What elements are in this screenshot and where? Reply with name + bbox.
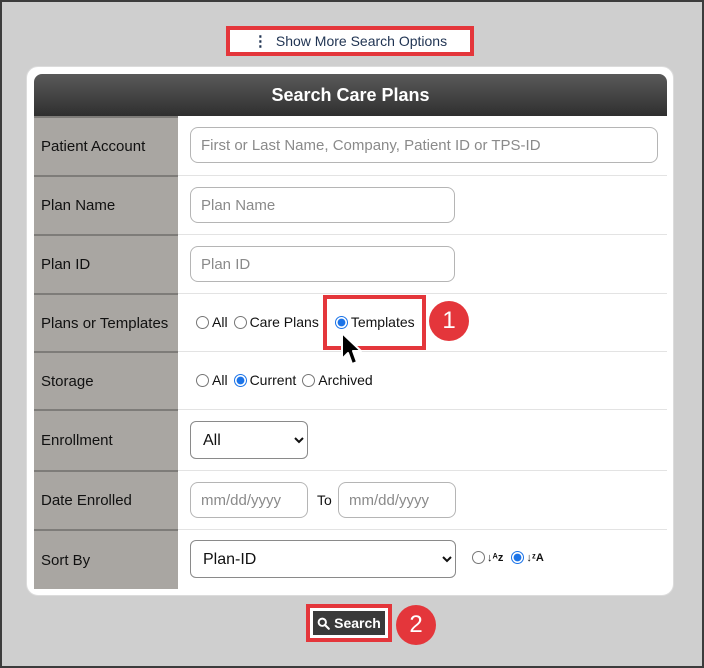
row-plan-id: Plan ID	[34, 234, 667, 294]
radio-plans-all[interactable]: All	[196, 314, 228, 330]
plan-name-label: Plan Name	[34, 175, 178, 234]
enrollment-select[interactable]: All	[190, 421, 308, 459]
sort-ascending-radio[interactable]	[472, 551, 485, 564]
mouse-cursor-icon	[341, 332, 362, 365]
show-more-search-options-label: Show More Search Options	[275, 33, 448, 49]
plan-name-input[interactable]	[190, 187, 455, 223]
row-enrollment: Enrollment All	[34, 409, 667, 471]
storage-label: Storage	[34, 351, 178, 409]
radio-templates-input[interactable]	[334, 315, 348, 329]
panel-title: Search Care Plans	[34, 74, 667, 116]
magnifier-icon	[317, 617, 330, 630]
radio-storage-archived-input[interactable]	[302, 373, 316, 387]
radio-templates[interactable]: Templates	[334, 314, 415, 330]
kebab-menu-icon: ⋮	[252, 33, 268, 50]
radio-storage-current-input[interactable]	[233, 373, 247, 387]
radio-storage-current-label: Current	[249, 372, 297, 388]
date-enrolled-to-input[interactable]	[338, 482, 456, 518]
radio-care-plans[interactable]: Care Plans	[233, 314, 319, 330]
plan-id-label: Plan ID	[34, 234, 178, 293]
step-1-badge: 1	[429, 301, 469, 341]
date-to-label: To	[317, 492, 332, 508]
radio-storage-all-input[interactable]	[196, 373, 209, 387]
sort-descending-radio[interactable]	[511, 551, 525, 564]
row-date-enrolled: Date Enrolled To	[34, 470, 667, 530]
step-2-badge: 2	[396, 605, 436, 645]
search-button-highlight: Search	[306, 604, 392, 642]
sort-by-label: Sort By	[34, 529, 178, 589]
radio-plans-all-input[interactable]	[196, 315, 209, 329]
patient-account-input[interactable]	[190, 127, 658, 163]
sort-ascending-icon: ↓ᴬz	[487, 551, 504, 564]
date-enrolled-label: Date Enrolled	[34, 470, 178, 529]
plans-or-templates-label: Plans or Templates	[34, 293, 178, 351]
radio-storage-archived[interactable]: Archived	[302, 372, 373, 388]
plan-id-input[interactable]	[190, 246, 455, 282]
sort-descending-icon: ↓ᶻA	[526, 551, 544, 564]
radio-storage-archived-label: Archived	[318, 372, 373, 388]
radio-storage-current[interactable]: Current	[233, 372, 297, 388]
radio-care-plans-input[interactable]	[233, 315, 247, 329]
radio-care-plans-label: Care Plans	[249, 314, 319, 330]
show-more-search-options-link[interactable]: ⋮ Show More Search Options	[226, 26, 474, 56]
radio-storage-all-label: All	[212, 372, 228, 388]
row-patient-account: Patient Account	[34, 116, 667, 176]
radio-templates-label: Templates	[350, 314, 415, 330]
search-button-label: Search	[334, 615, 381, 631]
patient-account-label: Patient Account	[34, 116, 178, 175]
radio-plans-all-label: All	[212, 314, 228, 330]
sort-by-select[interactable]: Plan-ID	[190, 540, 456, 578]
radio-storage-all[interactable]: All	[196, 372, 228, 388]
search-button[interactable]: Search	[313, 611, 385, 635]
date-enrolled-from-input[interactable]	[190, 482, 308, 518]
row-sort-by: Sort By Plan-ID ↓ᴬz ↓ᶻA	[34, 529, 667, 589]
enrollment-label: Enrollment	[34, 409, 178, 470]
row-plan-name: Plan Name	[34, 175, 667, 235]
